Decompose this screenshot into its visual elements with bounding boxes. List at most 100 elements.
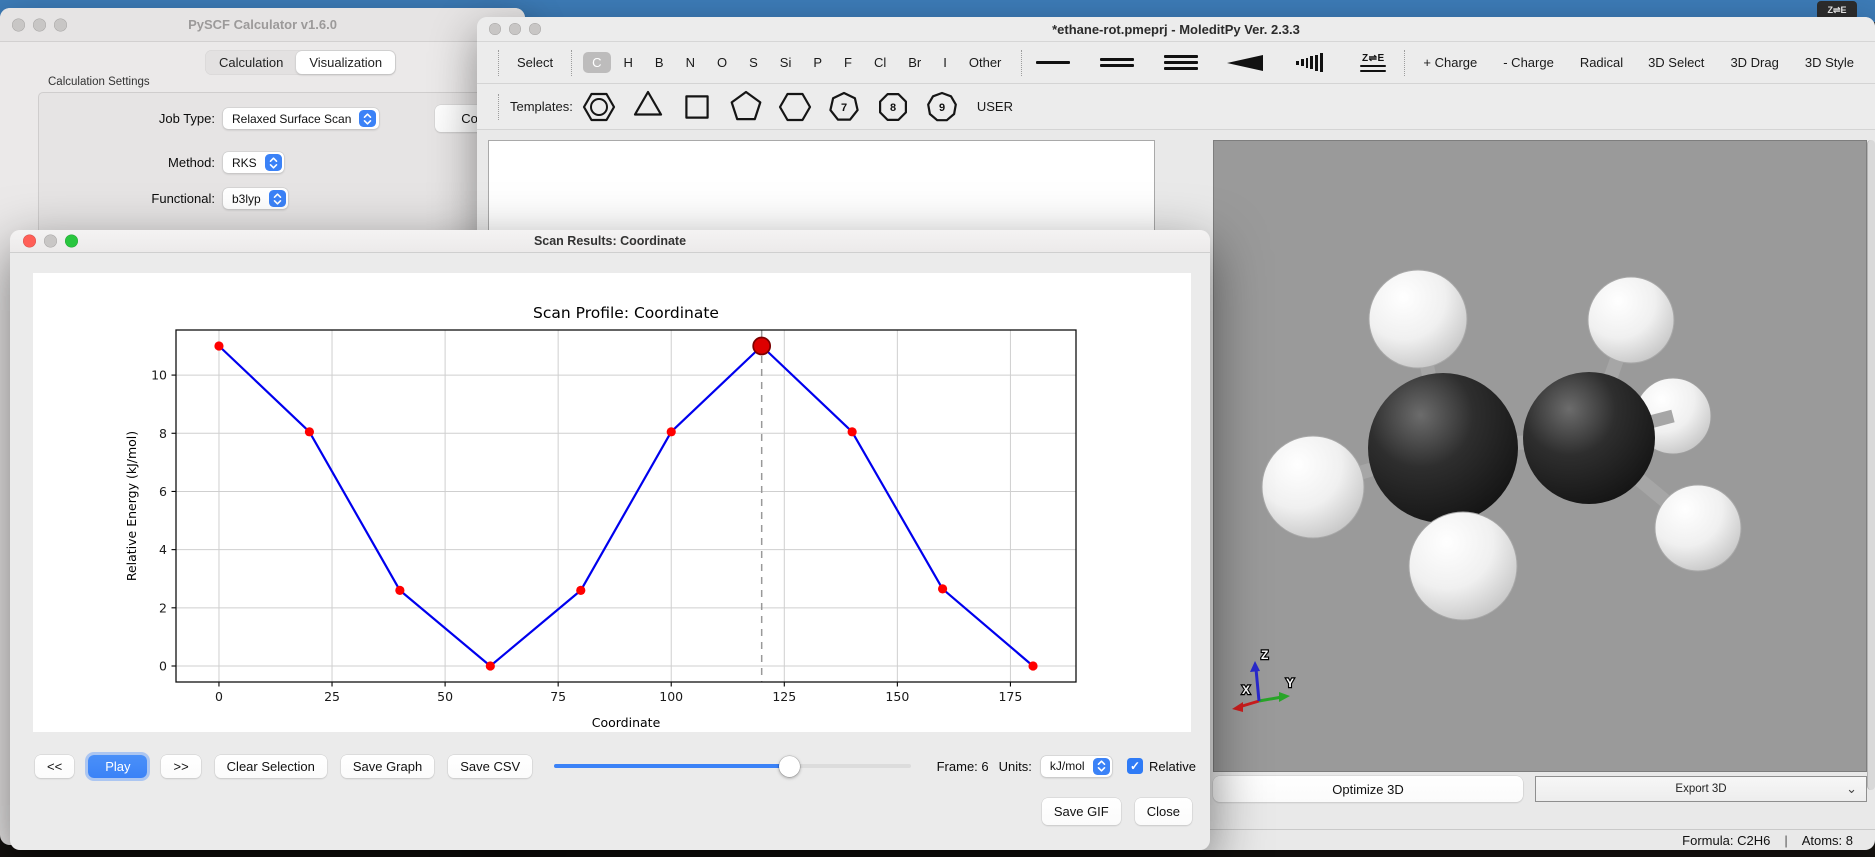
close-button[interactable] <box>12 18 25 31</box>
template-user-button[interactable]: USER <box>970 95 1020 118</box>
3d-viewport[interactable]: X Y Z <box>1213 140 1867 772</box>
units-select[interactable]: kJ/mol <box>1040 755 1113 777</box>
close-button[interactable] <box>489 23 501 35</box>
scan-profile-chart[interactable]: 0 25 50 75 100 125 150 175 0 2 4 6 8 10 Scan Profile: … <box>33 273 1191 732</box>
radical-button[interactable]: Radical <box>1573 51 1630 74</box>
element-button-br[interactable]: Br <box>899 52 930 73</box>
data-point[interactable] <box>847 427 857 437</box>
minimize-button[interactable] <box>509 23 521 35</box>
pyscf-titlebar[interactable]: PySCF Calculator v1.6.0 <box>0 8 525 42</box>
template-button-group: 7 8 9 <box>581 89 960 125</box>
-charge-button[interactable]: + Charge <box>1416 51 1484 74</box>
hydrogen-atom[interactable] <box>1368 269 1468 369</box>
template-benzene-button[interactable] <box>581 89 617 125</box>
hydrogen-atom[interactable] <box>1408 511 1518 621</box>
data-point[interactable] <box>576 585 586 595</box>
zoom-button[interactable] <box>529 23 541 35</box>
element-button-i[interactable]: I <box>934 52 956 73</box>
data-point[interactable] <box>666 427 676 437</box>
template-ring8-button[interactable]: 8 <box>875 89 911 125</box>
prev-frame-button[interactable]: << <box>35 754 75 778</box>
ez-isomer-bond-icon[interactable]: Z⇌E <box>1353 46 1393 80</box>
save-graph-button[interactable]: Save Graph <box>340 754 435 778</box>
save-csv-button[interactable]: Save CSV <box>448 754 533 778</box>
minimize-button[interactable] <box>44 234 57 248</box>
-charge-button[interactable]: - Charge <box>1496 51 1561 74</box>
hydrogen-atom[interactable] <box>1587 276 1675 364</box>
tab-visualization[interactable]: Visualization <box>296 51 396 74</box>
element-button-other[interactable]: Other <box>960 52 1011 73</box>
calculation-settings-label: Calculation Settings <box>48 76 150 88</box>
scan-results-window: Scan Results: Coordinate 0 25 50 75 100 125 15… <box>10 230 1210 850</box>
wedge-bond-icon[interactable] <box>1225 46 1265 80</box>
export-3d-select[interactable]: Export 3D ⌄ <box>1535 776 1867 802</box>
save-gif-button[interactable]: Save GIF <box>1041 798 1121 825</box>
job-type-select[interactable]: Relaxed Surface Scan <box>223 108 379 129</box>
element-button-s[interactable]: S <box>740 52 767 73</box>
method-select[interactable]: RKS <box>223 152 285 173</box>
triple-bond-icon[interactable] <box>1161 46 1201 80</box>
element-button-f[interactable]: F <box>835 52 861 73</box>
select-tool-button[interactable]: Select <box>510 51 560 74</box>
close-button[interactable] <box>23 234 36 248</box>
data-point[interactable] <box>395 585 405 595</box>
slider-thumb[interactable] <box>778 755 800 777</box>
chevron-updown-icon <box>264 154 282 171</box>
carbon-atom[interactable] <box>1523 372 1655 504</box>
slider-fill <box>554 764 790 768</box>
data-point[interactable] <box>485 661 495 671</box>
scan-titlebar[interactable]: Scan Results: Coordinate <box>10 230 1210 253</box>
data-point[interactable] <box>304 427 315 437</box>
element-button-o[interactable]: O <box>708 52 736 73</box>
minimize-button[interactable] <box>33 18 46 31</box>
data-point[interactable] <box>1028 661 1038 671</box>
template-ring6-button[interactable] <box>777 89 813 125</box>
hash-wedge-bond-icon[interactable] <box>1289 46 1329 80</box>
pyscf-window-title: PySCF Calculator v1.6.0 <box>188 17 337 32</box>
element-button-si[interactable]: Si <box>771 52 801 73</box>
svg-text:8: 8 <box>890 102 896 114</box>
tab-calculation[interactable]: Calculation <box>206 51 296 74</box>
vertical-scrollbar[interactable] <box>1867 140 1875 790</box>
toolbar-handle[interactable] <box>498 93 499 120</box>
zoom-button[interactable] <box>65 234 78 248</box>
toolbar-handle[interactable] <box>498 49 499 76</box>
functional-select[interactable]: b3lyp <box>223 188 289 209</box>
hydrogen-atom[interactable] <box>1654 484 1742 572</box>
element-button-n[interactable]: N <box>677 52 704 73</box>
data-point[interactable] <box>214 341 224 351</box>
element-button-b[interactable]: B <box>646 52 673 73</box>
template-ring7-button[interactable]: 7 <box>826 89 862 125</box>
carbon-atom[interactable] <box>1368 373 1518 523</box>
3d-style-button[interactable]: 3D Style <box>1798 51 1861 74</box>
element-button-c[interactable]: C <box>583 52 611 73</box>
relative-label: Relative <box>1149 758 1196 774</box>
relative-checkbox[interactable]: ✓ <box>1127 758 1144 774</box>
element-button-p[interactable]: P <box>804 52 831 73</box>
element-button-h[interactable]: H <box>615 52 642 73</box>
template-ring3-button[interactable] <box>630 89 666 125</box>
chart-title: Scan Profile: Coordinate <box>533 304 719 322</box>
optimize-3d-button[interactable]: Optimize 3D <box>1213 776 1523 802</box>
template-ring4-button[interactable] <box>679 89 715 125</box>
3d-drag-button[interactable]: 3D Drag <box>1723 51 1785 74</box>
3d-select-button[interactable]: 3D Select <box>1641 51 1711 74</box>
hydrogen-atom[interactable] <box>1261 435 1365 539</box>
frame-slider[interactable] <box>554 755 911 777</box>
single-bond-icon[interactable] <box>1033 46 1073 80</box>
template-ring9-button[interactable]: 9 <box>924 89 960 125</box>
template-ring5-button[interactable] <box>728 89 764 125</box>
clear-selection-button[interactable]: Clear Selection <box>214 754 327 778</box>
x-axis-arrow <box>1232 702 1243 712</box>
element-button-cl[interactable]: Cl <box>865 52 895 73</box>
play-button[interactable]: Play <box>88 754 148 778</box>
close-dialog-button[interactable]: Close <box>1134 798 1192 825</box>
data-point[interactable] <box>937 584 948 594</box>
main-toolbar: Select C H B N O S Si P F Cl Br I Other Z⇌E + Charge… <box>477 42 1875 84</box>
zoom-button[interactable] <box>54 18 67 31</box>
next-frame-button[interactable]: >> <box>161 754 201 778</box>
molecule-ethane[interactable] <box>1261 269 1742 621</box>
moledit-titlebar[interactable]: *ethane-rot.pmeprj - MoleditPy Ver. 2.3.… <box>477 17 1875 42</box>
double-bond-icon[interactable] <box>1097 46 1137 80</box>
current-frame-point[interactable] <box>752 336 772 356</box>
